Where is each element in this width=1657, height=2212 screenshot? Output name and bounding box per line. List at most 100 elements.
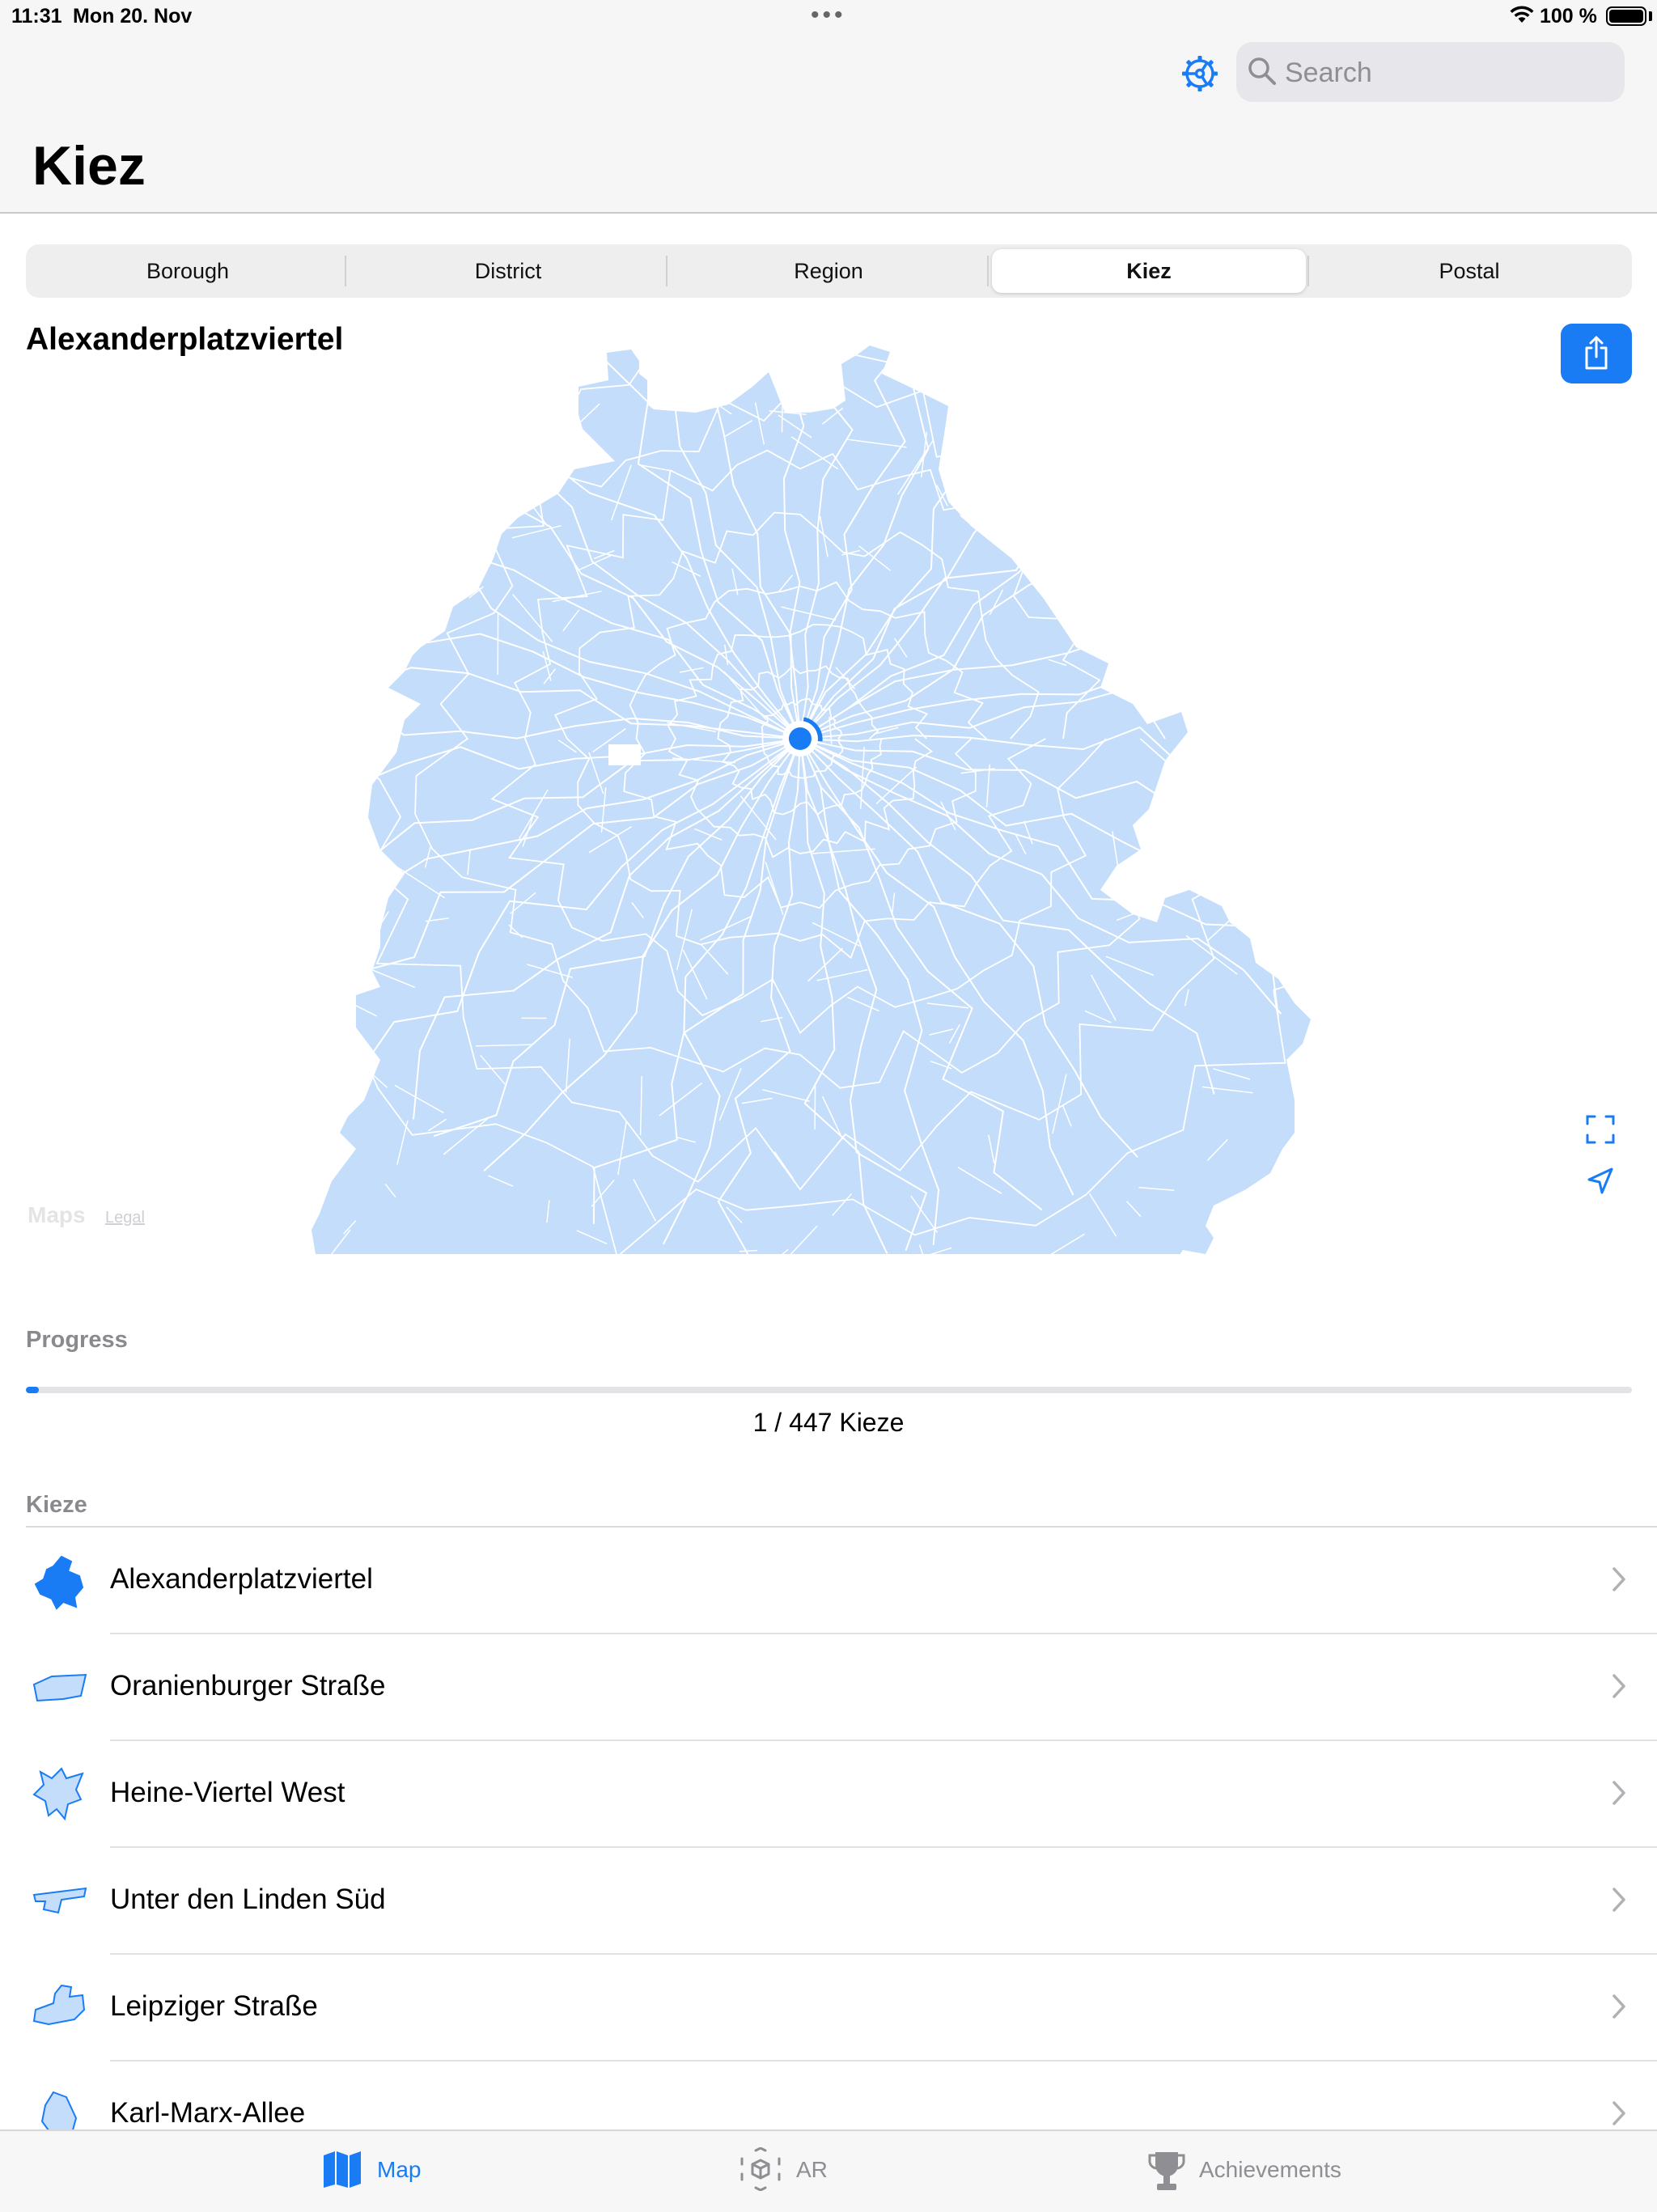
kiez-boundary-segment	[1255, 1227, 1270, 1254]
kiez-boundary-segment	[381, 733, 384, 756]
battery-icon	[1606, 6, 1646, 26]
kiez-boundary-segment	[1123, 540, 1142, 551]
segment-borough[interactable]: Borough	[31, 249, 345, 293]
kiez-boundary-segment	[1303, 561, 1358, 564]
progress-count: 1 / 447 Kieze	[0, 1408, 1657, 1438]
tab-label: Map	[377, 2157, 421, 2183]
tab-bar: Map AR Achievements	[0, 2129, 1657, 2212]
kiez-boundary-segment	[1275, 593, 1288, 619]
location-arrow-icon[interactable]	[1584, 1165, 1617, 1197]
kiez-row-label: Karl-Marx-Allee	[110, 2097, 305, 2129]
kiez-boundary-segment	[364, 773, 368, 824]
map-gap	[1256, 858, 1262, 882]
kiez-row-label: Leipziger Straße	[110, 1990, 318, 2023]
fullscreen-icon[interactable]	[1584, 1113, 1617, 1146]
maps-logo: Maps	[28, 1202, 86, 1228]
chevron-right-icon	[1610, 1778, 1628, 1807]
segment-divider	[987, 256, 989, 286]
kiez-boundary-segment	[1299, 905, 1311, 936]
kiez-row-heine-viertel-west[interactable]: Heine-Viertel West	[0, 1741, 1657, 1848]
tab-map[interactable]: Map	[322, 2131, 435, 2212]
kiez-row-oranienburger-strasse[interactable]: Oranienburger Straße	[0, 1634, 1657, 1741]
kiez-row-label: Unter den Linden Süd	[110, 1884, 386, 1916]
kiez-boundary-segment	[960, 495, 1018, 502]
progress-bar-fill	[26, 1387, 39, 1393]
trophy-icon	[1147, 2151, 1186, 2193]
kiez-boundary-segment	[1244, 505, 1249, 566]
kiez-boundary-segment	[519, 456, 538, 469]
kiez-boundary-segment	[1282, 807, 1312, 828]
kiez-boundary-segment	[1238, 638, 1257, 653]
kiez-row-alexanderplatzviertel[interactable]: Alexanderplatzviertel	[0, 1528, 1657, 1634]
status-time: 11:31	[11, 5, 62, 28]
kiez-shape-icon	[29, 1765, 91, 1824]
tab-ar[interactable]: AR	[740, 2131, 853, 2212]
chevron-right-icon	[1610, 1992, 1628, 2021]
kiez-boundary-segment	[1298, 1231, 1307, 1252]
segment-kiez[interactable]: Kiez	[992, 249, 1306, 293]
status-date: Mon 20. Nov	[73, 5, 192, 28]
kiez-row-label: Oranienburger Straße	[110, 1670, 385, 1702]
wifi-icon	[1509, 5, 1535, 24]
kiez-map[interactable]	[0, 332, 1657, 1254]
kiez-boundary-segment	[1201, 665, 1252, 684]
kiez-boundary-segment	[1159, 789, 1176, 799]
kiez-boundary-segment	[511, 464, 522, 492]
kiez-boundary-segment	[465, 404, 479, 447]
battery-tip	[1649, 11, 1652, 21]
kiez-boundary-segment	[388, 427, 447, 443]
segmented-control: Borough District Region Kiez Postal	[26, 244, 1632, 298]
kiez-boundary-segment	[1021, 553, 1060, 557]
kieze-list-header: Kieze	[26, 1492, 87, 1519]
chevron-right-icon	[1610, 1672, 1628, 1701]
legal-link[interactable]: Legal	[105, 1209, 145, 1227]
tab-achievements[interactable]: Achievements	[1147, 2131, 1341, 2212]
segment-divider	[666, 256, 667, 286]
search-input[interactable]	[1283, 52, 1610, 94]
kiez-row-leipziger-strasse[interactable]: Leipziger Straße	[0, 1955, 1657, 2062]
progress-bar	[26, 1387, 1632, 1393]
kiez-boundary-segment	[1114, 456, 1129, 472]
kiez-boundary-segment	[1150, 584, 1196, 612]
kiez-boundary-segment	[1278, 923, 1295, 937]
kiez-row-unter-den-linden-sued[interactable]: Unter den Linden Süd	[0, 1848, 1657, 1955]
search-icon	[1248, 57, 1277, 86]
kiez-boundary-segment	[1296, 709, 1299, 760]
kiez-boundary-segment	[1172, 779, 1197, 807]
map-icon	[322, 2149, 362, 2189]
segment-region[interactable]: Region	[672, 249, 985, 293]
progress-section-label: Progress	[26, 1327, 128, 1354]
kiez-shape-icon	[29, 1872, 91, 1930]
kiez-shape-icon	[29, 1979, 91, 2037]
settings-gear-icon[interactable]	[1180, 53, 1220, 94]
ar-icon	[740, 2147, 782, 2191]
kiez-boundary-segment	[400, 429, 446, 468]
segment-postal[interactable]: Postal	[1312, 249, 1626, 293]
kiez-boundary-segment	[815, 1083, 816, 1129]
multitasking-dots-icon[interactable]: •••	[811, 2, 846, 29]
kiez-boundary-segment	[1037, 564, 1097, 578]
kiez-shape-icon	[29, 1659, 91, 1717]
segment-district[interactable]: District	[351, 249, 665, 293]
battery-percentage: 100 %	[1540, 5, 1597, 28]
kiez-boundary-segment	[1197, 828, 1220, 855]
page-title: Kiez	[32, 134, 146, 197]
kiez-boundary-segment	[1298, 959, 1321, 960]
kiez-boundary-segment	[418, 397, 446, 439]
kiez-boundary-segment	[1284, 892, 1342, 907]
segment-divider	[1307, 256, 1309, 286]
kiez-boundary-segment	[431, 490, 486, 503]
kiez-boundary-segment	[1143, 830, 1168, 854]
status-bar: 11:31 Mon 20. Nov ••• 100 %	[0, 0, 1657, 36]
kiez-boundary-segment	[341, 565, 392, 595]
tab-label: Achievements	[1199, 2157, 1341, 2183]
segment-divider	[345, 256, 346, 286]
kiez-boundary-segment	[1015, 424, 1018, 480]
search-field[interactable]	[1236, 42, 1625, 102]
tab-label: AR	[796, 2157, 828, 2183]
kiez-row-label: Alexanderplatzviertel	[110, 1563, 373, 1595]
kiez-boundary-segment	[412, 602, 433, 620]
kiez-boundary-segment	[492, 473, 528, 506]
chevron-right-icon	[1610, 1885, 1628, 1914]
kiez-boundary-segment	[782, 401, 783, 432]
